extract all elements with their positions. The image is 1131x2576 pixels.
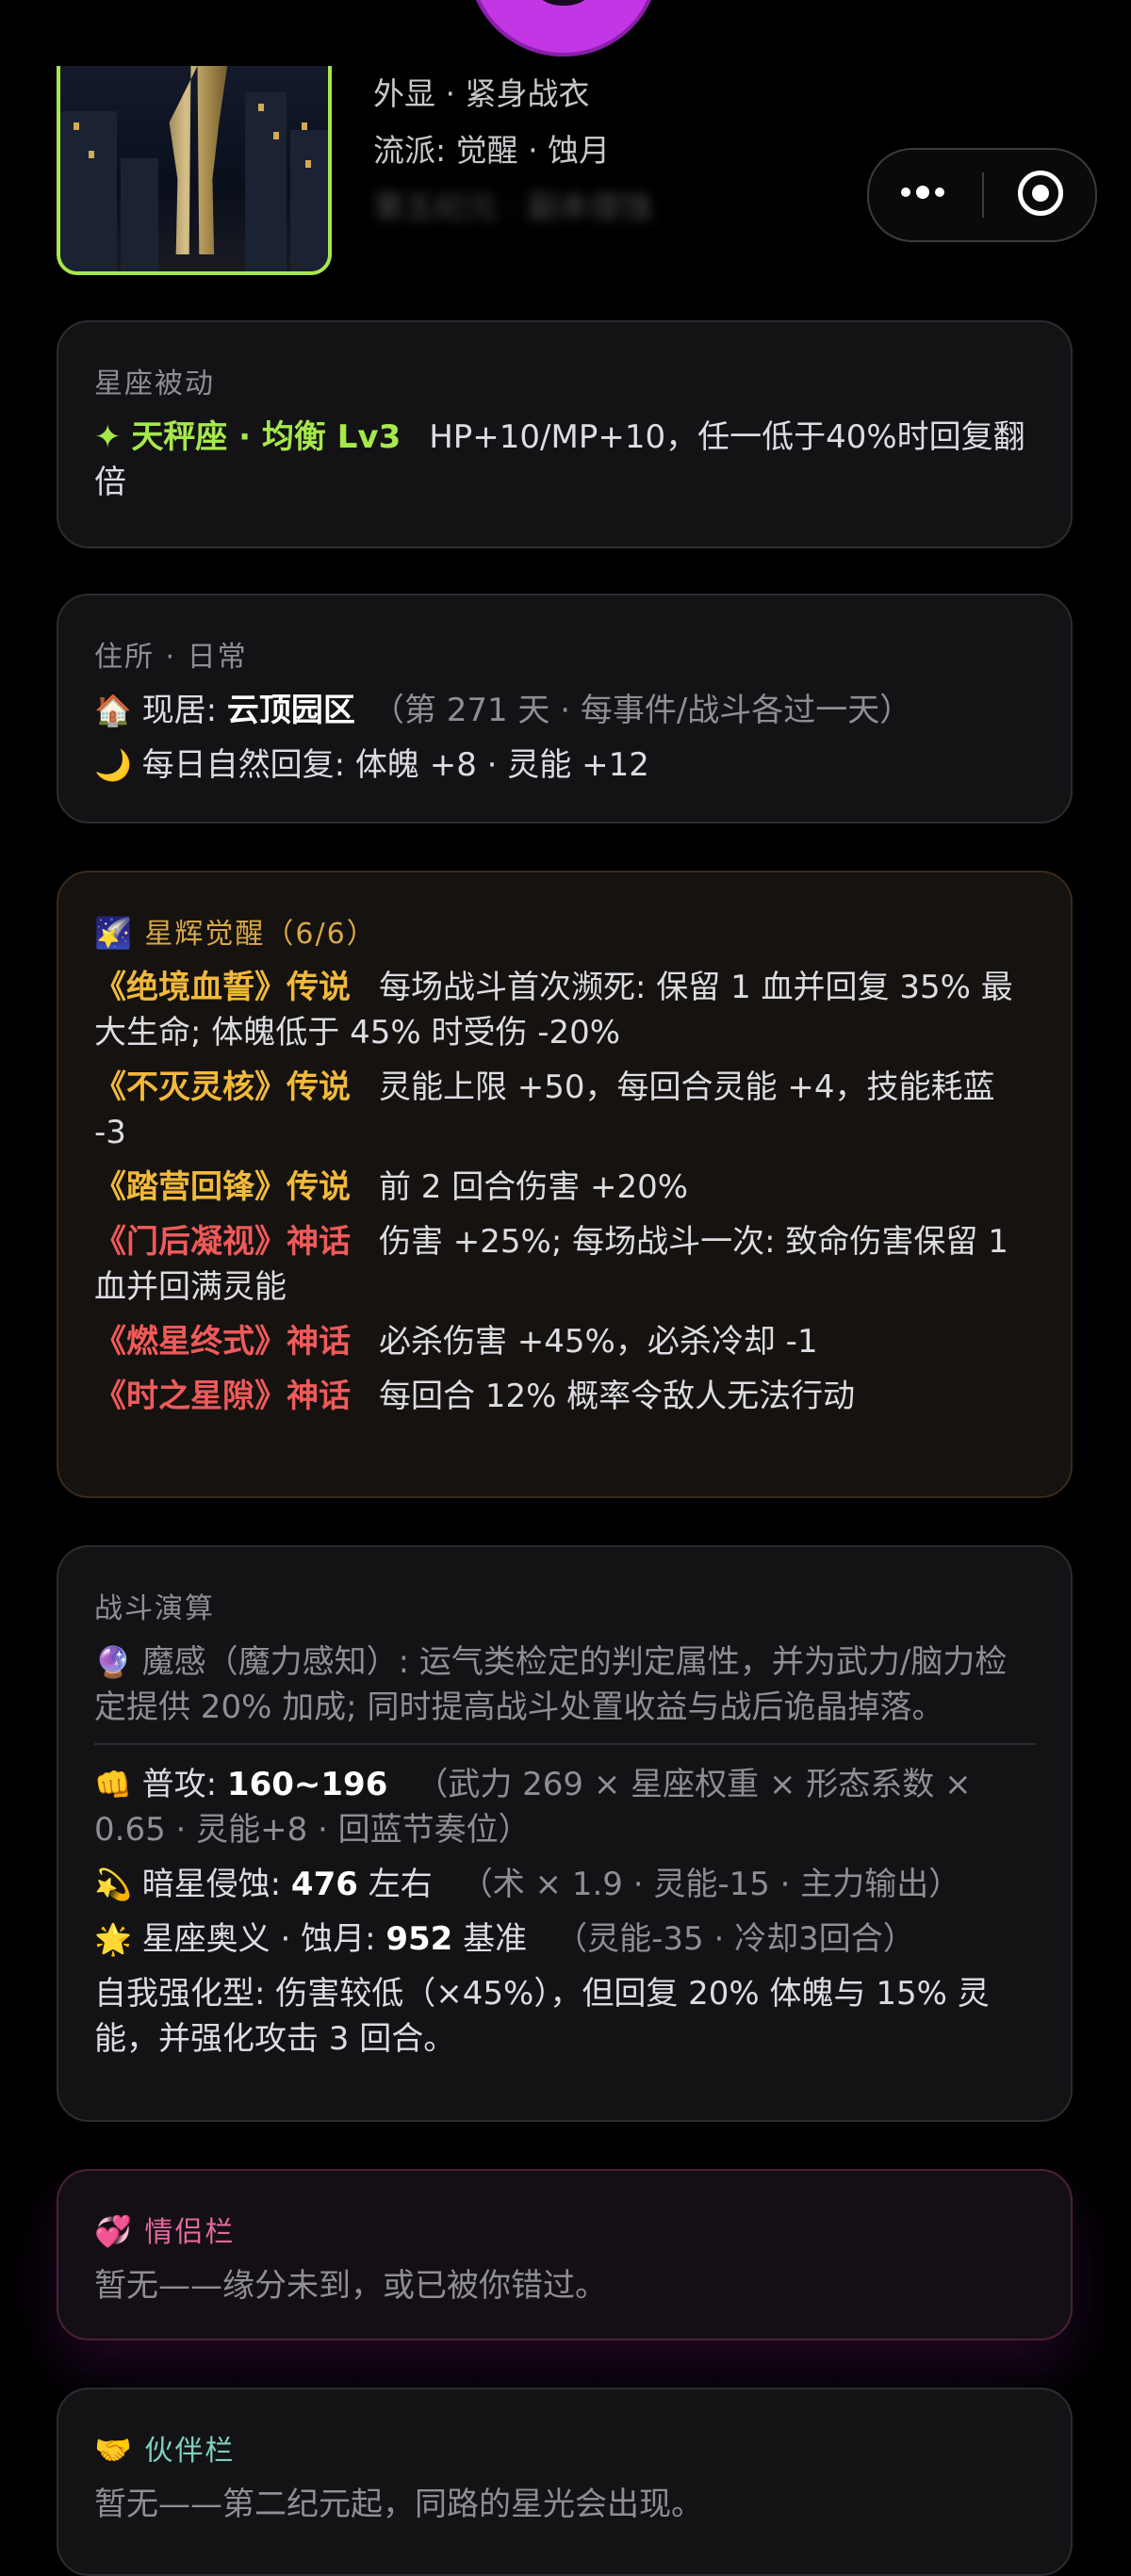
constellation-name: 天秤座 · 均衡 Lv3 xyxy=(131,418,402,456)
building xyxy=(290,130,328,271)
partner-title: 伙伴栏 xyxy=(144,2435,236,2468)
handshake-icon: 🤝 xyxy=(94,2432,134,2468)
card-title: 💞 情侣栏 xyxy=(94,2209,1035,2250)
dark-suffix: 左右 xyxy=(357,1866,433,1903)
dark-detail: （术 × 1.9 · 灵能-15 · 主力输出） xyxy=(460,1866,961,1903)
ultimate-suffix: 基准 xyxy=(452,1920,528,1958)
awakening-item: 《时之星隙》神话 每回合 12% 概率令敌人无法行动 xyxy=(94,1374,1035,1419)
divider xyxy=(94,1743,1035,1745)
awakening-item: 《踏营回锋》传说前 2 回合伤害 +20% xyxy=(94,1165,1035,1210)
awakening-item: 《绝境血誓》传说 每场战斗首次濒死: 保留 1 血并回复 35% 最大生命; 体魄… xyxy=(94,965,1035,1055)
shooting-star-icon: 🌠 xyxy=(94,915,134,951)
awakening-name: 《时之星隙》神话 xyxy=(94,1378,351,1415)
awakening-desc: 前 2 回合伤害 +20% xyxy=(379,1168,689,1206)
dark-label: 暗星侵蚀: xyxy=(141,1866,291,1903)
card-title: 星座被动 xyxy=(94,367,215,400)
dark-star-line: 💫 暗星侵蚀: 476 左右 （术 × 1.9 · 灵能-15 · 主力输出） xyxy=(94,1862,1035,1907)
normal-value: 160~196 xyxy=(226,1766,388,1803)
window-light xyxy=(74,122,79,130)
capsule-divider xyxy=(982,172,984,218)
window-light xyxy=(273,132,279,139)
days-text: （第 271 天 · 每事件/战斗各过一天） xyxy=(371,692,912,729)
star-icon: ✦ xyxy=(94,418,122,456)
era-text: 第五纪元 · 副本侵蚀 xyxy=(373,188,652,225)
appearance-text: 外显 · 紧身战衣 xyxy=(373,75,590,112)
awakening-item: 《燃星终式》神话 必杀伤害 +45%，必杀冷却 -1 xyxy=(94,1319,1035,1364)
normal-attack-line: 👊 普攻: 160~196 （武力 269 × 星座权重 × 形态系数 × 0.6… xyxy=(94,1762,1035,1852)
battle-summary: 自我强化型: 伤害较低（×45%），但回复 20% 体魄与 15% 灵能，并强化… xyxy=(94,1975,990,2058)
window-light xyxy=(305,160,311,168)
battle-card: 战斗演算 🔮 魔感（魔力感知）: 运气类检定的判定属性，并为武力/脑力检定提供 … xyxy=(57,1545,1073,2122)
more-icon[interactable] xyxy=(901,186,944,199)
constellation-line: ✦ 天秤座 · 均衡 Lv3 HP+10/MP+10，任一低于40%时回复翻倍 xyxy=(94,415,1035,505)
dark-value: 476 xyxy=(290,1866,358,1903)
character-figure xyxy=(160,66,228,254)
awakening-name: 《门后凝视》神话 xyxy=(94,1223,351,1261)
character-portrait[interactable] xyxy=(57,66,332,275)
awakening-item: 《门后凝视》神话 伤害 +25%; 每场战斗一次: 致命伤害保留 1 血并回满灵能 xyxy=(94,1219,1035,1310)
moon-icon: 🌙 xyxy=(94,747,132,783)
window-light xyxy=(89,151,94,158)
close-target-icon[interactable] xyxy=(1018,171,1063,216)
ultimate-value: 952 xyxy=(385,1920,453,1958)
profile-header: 外显 · 紧身战衣 流派: 觉醒 · 蚀月 第五纪元 · 副本侵蚀 xyxy=(0,0,1131,302)
window-light xyxy=(258,104,264,111)
profile-meta: 外显 · 紧身战衣 流派: 觉醒 · 蚀月 第五纪元 · 副本侵蚀 xyxy=(373,66,651,236)
house-icon: 🏠 xyxy=(94,693,132,728)
residence-daily: 🌙 每日自然回复: 体魄 +8 · 灵能 +12 xyxy=(94,742,1035,788)
card-title: 住所 · 日常 xyxy=(94,641,248,674)
awakening-item: 《不灭灵核》传说 灵能上限 +50，每回合灵能 +4，技能耗蓝 -3 xyxy=(94,1065,1035,1155)
avatar[interactable] xyxy=(467,0,660,57)
glowing-star-icon: 🌟 xyxy=(94,1921,132,1957)
constellation-card: 星座被动 ✦ 天秤座 · 均衡 Lv3 HP+10/MP+10，任一低于40%时回… xyxy=(57,320,1073,548)
ultimate-detail: （灵能-35 · 冷却3回合） xyxy=(555,1920,915,1958)
awakening-name: 《绝境血誓》传说 xyxy=(94,969,351,1006)
awakening-card: 🌠 星辉觉醒（6/6） 《绝境血誓》传说 每场战斗首次濒死: 保留 1 血并回复 … xyxy=(57,871,1073,1498)
normal-label: 普攻: xyxy=(141,1766,227,1803)
residence-card: 住所 · 日常 🏠 现居: 云顶园区 （第 271 天 · 每事件/战斗各过一天）… xyxy=(57,594,1073,823)
lover-title: 情侣栏 xyxy=(144,2216,236,2249)
card-title: 🌠 星辉觉醒（6/6） xyxy=(94,910,1035,952)
school-text: 流派: 觉醒 · 蚀月 xyxy=(373,132,611,169)
awakening-title: 星辉觉醒（6/6） xyxy=(144,918,377,951)
dizzy-icon: 💫 xyxy=(94,1867,132,1902)
note-text: 魔感（魔力感知）: 运气类检定的判定属性，并为武力/脑力检定提供 20% 加成;… xyxy=(94,1643,1008,1726)
daily-text: 每日自然回复: 体魄 +8 · 灵能 +12 xyxy=(141,746,649,784)
ultimate-label: 星座奥义 · 蚀月: xyxy=(141,1920,386,1958)
partner-card: 🤝 伙伴栏 暂无——第二纪元起，同路的星光会出现。 xyxy=(57,2388,1073,2576)
awakening-desc: 每回合 12% 概率令敌人无法行动 xyxy=(379,1378,856,1415)
card-title: 🤝 伙伴栏 xyxy=(94,2427,1035,2469)
magic-sense-note: 🔮 魔感（魔力感知）: 运气类检定的判定属性，并为武力/脑力检定提供 20% 加… xyxy=(94,1639,1035,1730)
window-light xyxy=(302,122,307,130)
awakening-name: 《踏营回锋》传说 xyxy=(94,1168,351,1206)
awakening-name: 《不灭灵核》传说 xyxy=(94,1068,351,1106)
building xyxy=(245,92,287,271)
hearts-icon: 💞 xyxy=(94,2213,134,2249)
miniprogram-capsule xyxy=(867,148,1097,242)
ultimate-line: 🌟 星座奥义 · 蚀月: 952 基准 （灵能-35 · 冷却3回合） xyxy=(94,1916,1035,1962)
avatar-mouth xyxy=(526,0,601,6)
building xyxy=(121,158,158,271)
lover-card: 💞 情侣栏 暂无——缘分未到，或已被你错过。 xyxy=(57,2169,1073,2340)
card-title: 战斗演算 xyxy=(94,1592,215,1625)
fist-icon: 👊 xyxy=(94,1767,132,1802)
crystal-ball-icon: 🔮 xyxy=(94,1644,132,1680)
building xyxy=(60,111,117,271)
residence-current: 🏠 现居: 云顶园区 （第 271 天 · 每事件/战斗各过一天） xyxy=(94,688,1035,733)
lover-text: 暂无——缘分未到，或已被你错过。 xyxy=(94,2267,607,2305)
current-label: 现居: xyxy=(141,692,227,729)
awakening-desc: 必杀伤害 +45%，必杀冷却 -1 xyxy=(379,1323,818,1361)
partner-text: 暂无——第二纪元起，同路的星光会出现。 xyxy=(94,2486,703,2523)
current-value: 云顶园区 xyxy=(226,692,355,729)
awakening-name: 《燃星终式》神话 xyxy=(94,1323,351,1361)
